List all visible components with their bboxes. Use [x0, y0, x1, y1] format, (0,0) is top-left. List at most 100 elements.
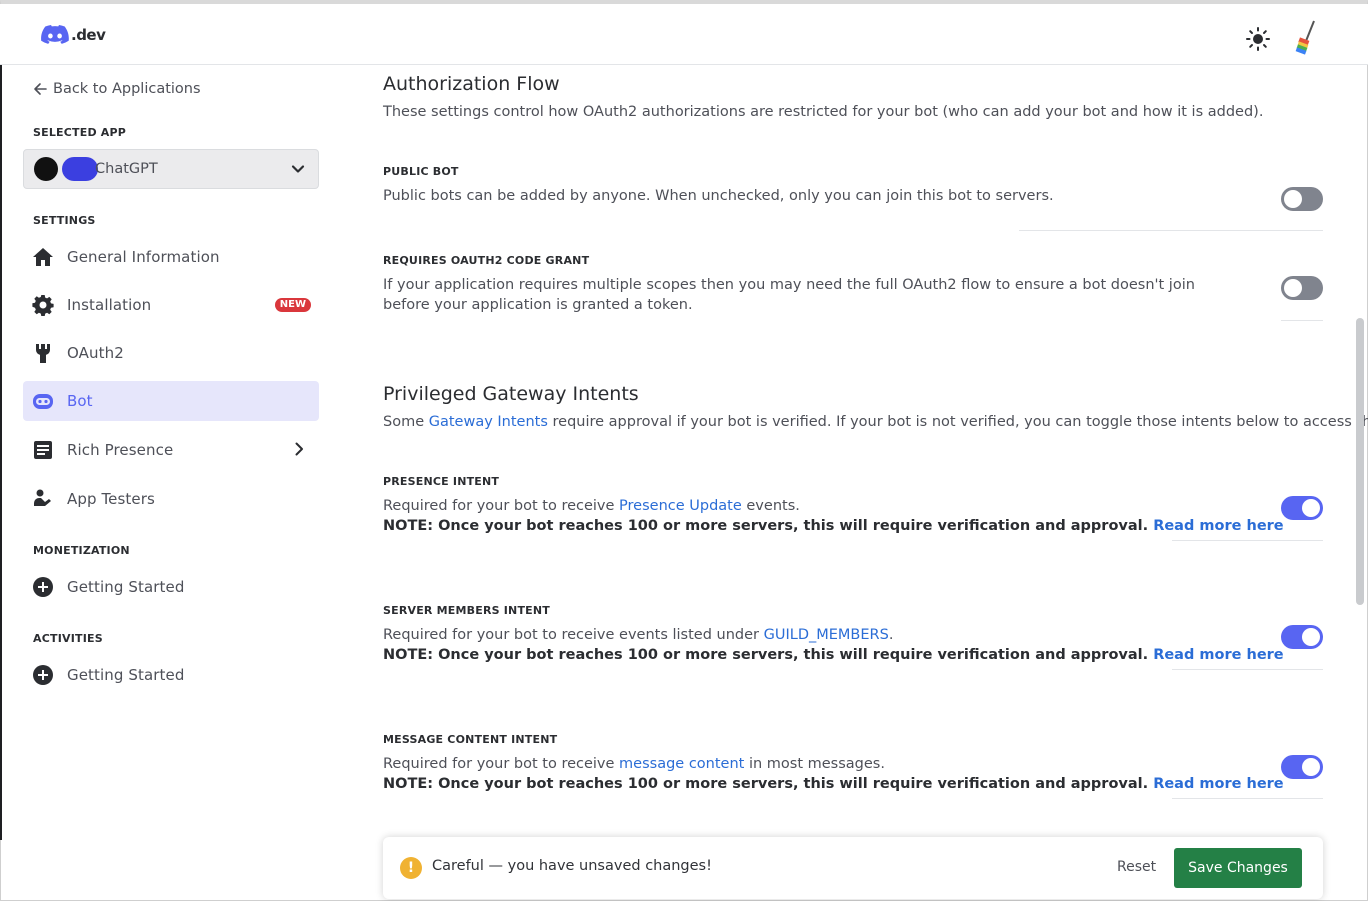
user-avatar-button[interactable] [1292, 19, 1320, 57]
sidebar-item-monetization-getting-started[interactable]: Getting Started [23, 567, 319, 607]
presence-desc-text: Required for your bot to receive [383, 498, 620, 514]
robot-icon [32, 390, 54, 412]
note-text: NOTE: Once your bot reaches 100 or more … [383, 518, 1154, 534]
presence-intent-label: PRESENCE INTENT [383, 475, 500, 488]
public-bot-label: PUBLIC BOT [383, 165, 459, 178]
presence-update-link[interactable]: Presence Update [619, 498, 742, 514]
reset-button[interactable]: Reset [1117, 859, 1156, 875]
avatar-icon [1295, 20, 1315, 55]
discord-logo-icon [41, 25, 69, 44]
monetization-heading: MONETIZATION [33, 544, 130, 557]
code-grant-toggle[interactable] [1281, 276, 1323, 300]
message-content-intent-label: MESSAGE CONTENT INTENT [383, 733, 558, 746]
theme-toggle-button[interactable] [1245, 26, 1271, 52]
read-more-link[interactable]: Read more here [1153, 518, 1283, 534]
note-text: NOTE: Once your bot reaches 100 or more … [383, 647, 1154, 663]
divider [1172, 669, 1323, 670]
divider [1019, 230, 1323, 231]
unsaved-changes-message: Careful — you have unsaved changes! [432, 858, 712, 874]
toggle-knob [1284, 279, 1302, 297]
app-selector-dropdown[interactable]: ChatGPT [23, 149, 319, 189]
new-badge: NEW [274, 298, 311, 312]
toggle-knob [1302, 628, 1320, 646]
code-grant-description: If your application requires multiple sc… [383, 277, 1195, 313]
server-members-intent-note: NOTE: Once your bot reaches 100 or more … [383, 645, 1284, 665]
divider [1172, 540, 1323, 541]
selected-app-heading: SELECTED APP [33, 126, 127, 139]
sidebar-item-label: Getting Started [67, 578, 185, 596]
presence-intent-note: NOTE: Once your bot reaches 100 or more … [383, 516, 1284, 536]
home-icon [32, 246, 54, 268]
message-desc-text: Required for your bot to receive [383, 756, 620, 772]
divider [1281, 320, 1323, 321]
sidebar-item-activities-getting-started[interactable]: Getting Started [23, 655, 319, 695]
app-name-redaction [62, 157, 98, 181]
arrow-left-icon [34, 83, 47, 95]
message-desc-text: in most messages. [744, 756, 885, 772]
gateway-intents-link[interactable]: Gateway Intents [429, 414, 548, 430]
message-content-link[interactable]: message content [619, 756, 744, 772]
authorization-flow-description: These settings control how OAuth2 author… [383, 104, 1264, 120]
toggle-knob [1284, 190, 1302, 208]
public-bot-description: Public bots can be added by anyone. When… [383, 188, 1054, 204]
sidebar-item-rich-presence[interactable]: Rich Presence [23, 430, 319, 470]
sidebar-item-app-testers[interactable]: App Testers [23, 479, 319, 519]
app-avatar [34, 157, 58, 181]
plus-circle-icon [32, 664, 54, 686]
sidebar-item-label: General Information [67, 248, 220, 266]
authorization-flow-title: Authorization Flow [383, 73, 560, 95]
server-members-intent-description: Required for your bot to receive events … [383, 625, 893, 645]
sidebar-item-label: OAuth2 [67, 344, 124, 362]
chevron-right-icon [295, 442, 303, 456]
sidebar-item-label: Bot [67, 392, 93, 410]
sidebar-item-installation[interactable]: Installation NEW [23, 285, 319, 325]
user-icon [32, 488, 54, 510]
privileged-intents-title: Privileged Gateway Intents [383, 383, 639, 405]
toggle-knob [1302, 499, 1320, 517]
sidebar-item-general-information[interactable]: General Information [23, 237, 319, 277]
app-name: ChatGPT [95, 161, 158, 177]
divider [1172, 798, 1323, 799]
activities-heading: ACTIVITIES [33, 632, 103, 645]
sidebar-item-bot[interactable]: Bot [23, 381, 319, 421]
sidebar-item-label: Installation [67, 296, 152, 314]
warning-icon: ! [400, 857, 422, 879]
gear-icon [32, 294, 54, 316]
unsaved-changes-bar: ! Careful — you have unsaved changes! Re… [383, 837, 1323, 899]
settings-heading: SETTINGS [33, 214, 96, 227]
presence-intent-description: Required for your bot to receive Presenc… [383, 496, 800, 516]
top-bar: .dev [0, 4, 1368, 65]
server-members-intent-label: SERVER MEMBERS INTENT [383, 604, 550, 617]
message-content-intent-note: NOTE: Once your bot reaches 100 or more … [383, 774, 1284, 794]
presence-desc-text: events. [741, 498, 800, 514]
sidebar: Back to Applications SELECTED APP ChatGP… [0, 65, 340, 901]
sidebar-item-oauth2[interactable]: OAuth2 [23, 333, 319, 373]
back-label: Back to Applications [53, 81, 201, 97]
document-icon [32, 439, 54, 461]
back-to-applications-link[interactable]: Back to Applications [33, 81, 201, 97]
message-content-intent-description: Required for your bot to receive message… [383, 754, 885, 774]
guild-members-link[interactable]: GUILD_MEMBERS [764, 627, 889, 643]
sidebar-item-label: Rich Presence [67, 441, 174, 459]
discord-dev-logo[interactable]: .dev [41, 24, 106, 46]
public-bot-toggle[interactable] [1281, 187, 1323, 211]
sidebar-item-label: App Testers [67, 490, 155, 508]
sidebar-item-label: Getting Started [67, 666, 185, 684]
sun-icon [1246, 27, 1270, 51]
toggle-knob [1302, 758, 1320, 776]
wrench-icon [32, 342, 54, 364]
scrollbar-thumb[interactable] [1356, 318, 1364, 605]
plus-circle-icon [32, 576, 54, 598]
read-more-link[interactable]: Read more here [1153, 647, 1283, 663]
main-content: Authorization Flow These settings contro… [383, 65, 1368, 901]
save-changes-button[interactable]: Save Changes [1174, 848, 1302, 888]
intents-desc-text: Some [383, 414, 429, 430]
server-members-intent-toggle[interactable] [1281, 625, 1323, 649]
code-grant-label: REQUIRES OAUTH2 CODE GRANT [383, 254, 590, 267]
message-content-intent-toggle[interactable] [1281, 755, 1323, 779]
logo-text: .dev [71, 26, 106, 44]
privileged-intents-description: Some Gateway Intents require approval if… [383, 412, 1368, 432]
members-desc-text: . [888, 627, 894, 643]
read-more-link[interactable]: Read more here [1153, 776, 1283, 792]
presence-intent-toggle[interactable] [1281, 496, 1323, 520]
